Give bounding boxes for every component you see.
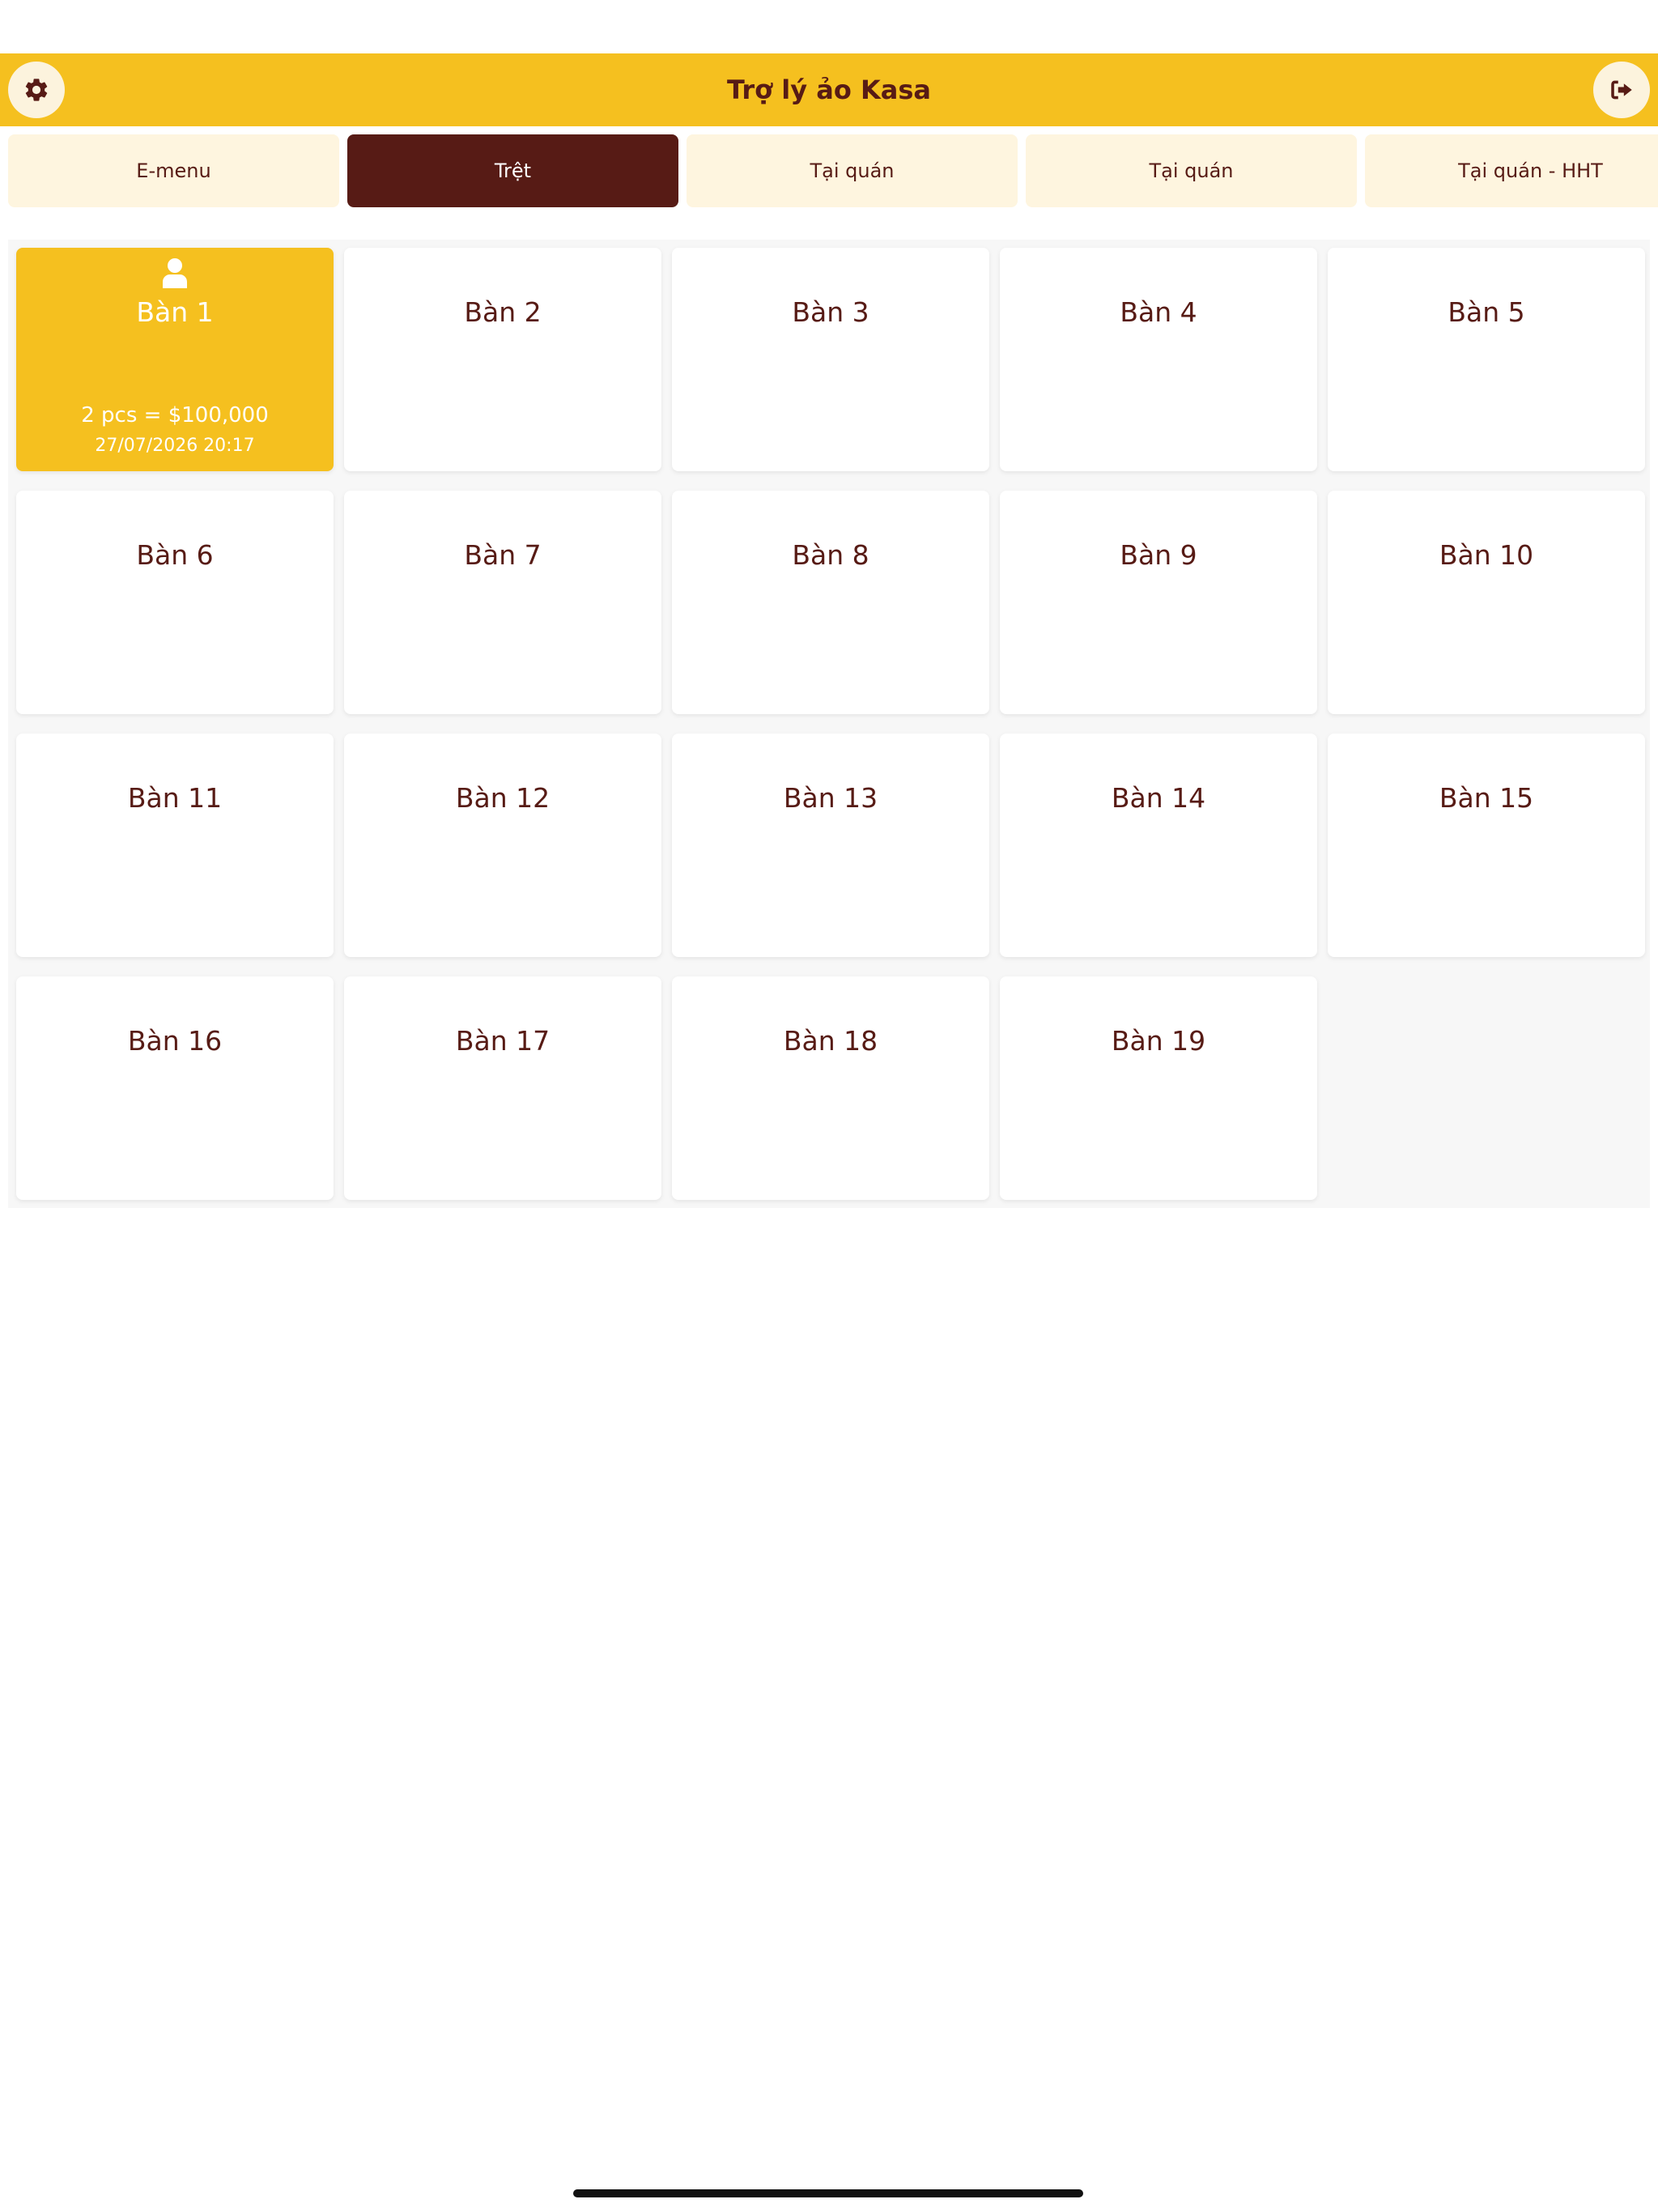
settings-button[interactable]: [8, 62, 65, 118]
table-card-ban-13[interactable]: Bàn 13: [672, 734, 989, 957]
order-timestamp: 27/07/2026 20:17: [95, 436, 255, 456]
app-header: Trợ lý ảo Kasa: [0, 53, 1658, 126]
person-icon: [163, 258, 187, 288]
table-name: Bàn 16: [127, 1025, 223, 1057]
table-name: Bàn 17: [455, 1025, 551, 1057]
table-card-ban-1[interactable]: Bàn 1 2 pcs = $100,000 27/07/2026 20:17: [16, 248, 334, 471]
tab-tai-quan-hht[interactable]: Tại quán - HHT: [1365, 134, 1658, 207]
table-name: Bàn 9: [1120, 539, 1197, 571]
table-name: Bàn 13: [783, 782, 878, 814]
table-card-ban-8[interactable]: Bàn 8: [672, 491, 989, 714]
area-tabs: E-menu Trệt Tại quán Tại quán Tại quán -…: [8, 134, 1658, 207]
table-card-ban-18[interactable]: Bàn 18: [672, 976, 989, 1200]
table-card-ban-10[interactable]: Bàn 10: [1328, 491, 1645, 714]
table-name: Bàn 11: [127, 782, 223, 814]
table-card-ban-16[interactable]: Bàn 16: [16, 976, 334, 1200]
order-summary: 2 pcs = $100,000: [81, 403, 269, 428]
table-name: Bàn 12: [455, 782, 551, 814]
table-card-ban-3[interactable]: Bàn 3: [672, 248, 989, 471]
table-card-ban-12[interactable]: Bàn 12: [344, 734, 661, 957]
table-name: Bàn 18: [783, 1025, 878, 1057]
table-name: Bàn 3: [792, 296, 869, 328]
table-name: Bàn 15: [1439, 782, 1534, 814]
table-name: Bàn 10: [1439, 539, 1534, 571]
table-name: Bàn 6: [136, 539, 214, 571]
sign-out-icon: [1611, 80, 1632, 100]
table-name: Bàn 8: [792, 539, 869, 571]
tab-tai-quan-2[interactable]: Tại quán: [1026, 134, 1357, 207]
table-card-ban-14[interactable]: Bàn 14: [1000, 734, 1317, 957]
logout-button[interactable]: [1593, 62, 1650, 118]
table-name: Bàn 4: [1120, 296, 1197, 328]
table-name: Bàn 14: [1111, 782, 1206, 814]
table-name: Bàn 2: [464, 296, 542, 328]
home-indicator: [573, 2189, 1083, 2197]
table-grid: Bàn 1 2 pcs = $100,000 27/07/2026 20:17 …: [8, 240, 1650, 1208]
table-card-ban-7[interactable]: Bàn 7: [344, 491, 661, 714]
table-card-ban-5[interactable]: Bàn 5: [1328, 248, 1645, 471]
table-card-ban-9[interactable]: Bàn 9: [1000, 491, 1317, 714]
app-title: Trợ lý ảo Kasa: [727, 74, 931, 105]
table-card-ban-6[interactable]: Bàn 6: [16, 491, 334, 714]
tab-tai-quan-1[interactable]: Tại quán: [687, 134, 1018, 207]
table-card-ban-15[interactable]: Bàn 15: [1328, 734, 1645, 957]
table-name: Bàn 7: [464, 539, 542, 571]
table-card-ban-17[interactable]: Bàn 17: [344, 976, 661, 1200]
table-card-ban-11[interactable]: Bàn 11: [16, 734, 334, 957]
table-name: Bàn 19: [1111, 1025, 1206, 1057]
table-name: Bàn 1: [136, 296, 214, 328]
tab-e-menu[interactable]: E-menu: [8, 134, 339, 207]
table-card-ban-4[interactable]: Bàn 4: [1000, 248, 1317, 471]
table-card-ban-19[interactable]: Bàn 19: [1000, 976, 1317, 1200]
table-card-ban-2[interactable]: Bàn 2: [344, 248, 661, 471]
table-name: Bàn 5: [1448, 296, 1525, 328]
gear-icon: [25, 79, 48, 101]
tab-tret[interactable]: Trệt: [347, 134, 678, 207]
